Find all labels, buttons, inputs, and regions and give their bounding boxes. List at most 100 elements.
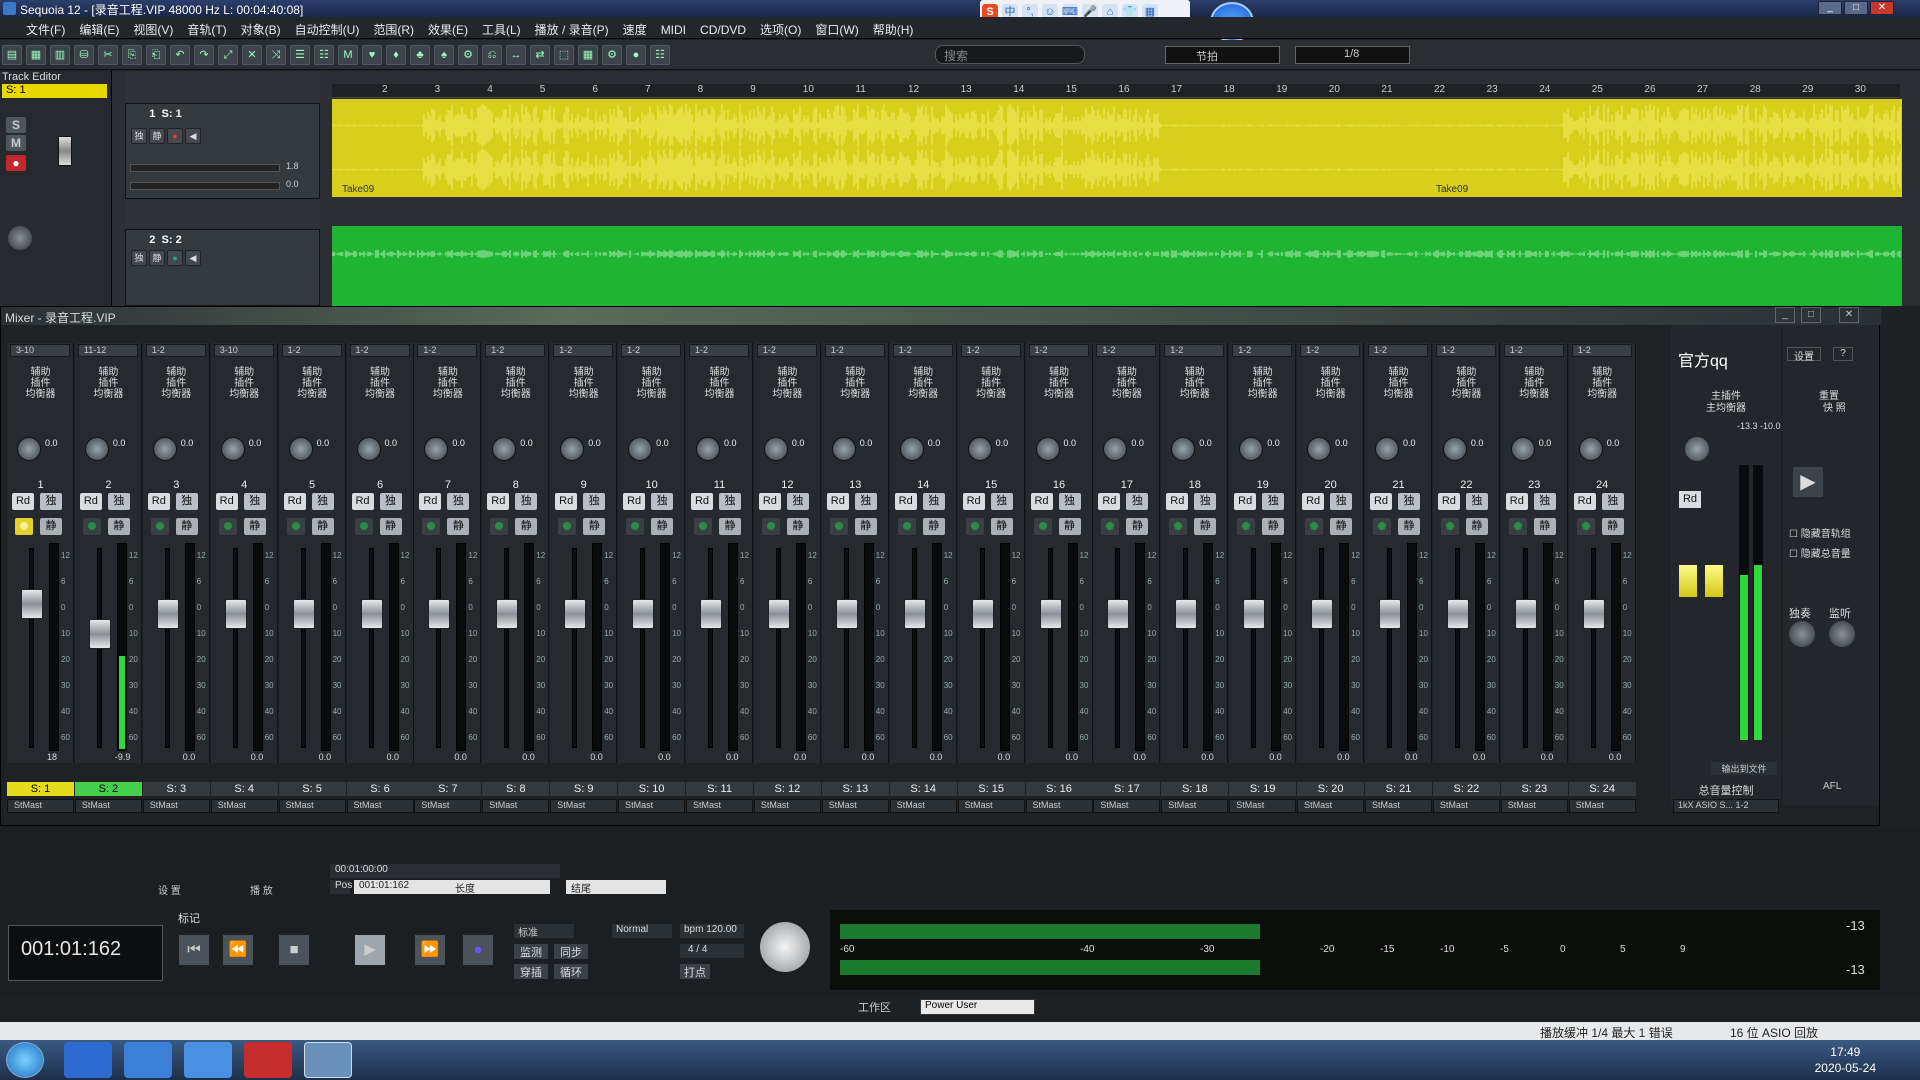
menu-item[interactable]: 编辑(E) bbox=[72, 17, 126, 42]
record-arm-button[interactable] bbox=[354, 518, 373, 535]
solo-button[interactable]: 独 bbox=[786, 493, 809, 510]
rd-button[interactable]: Rd bbox=[487, 493, 510, 510]
input-select[interactable]: 1-2 bbox=[960, 344, 1021, 357]
mute-button[interactable]: 静 bbox=[583, 518, 606, 535]
record-transport-button[interactable]: ● bbox=[462, 934, 494, 966]
pan-knob[interactable] bbox=[1375, 437, 1399, 461]
mute-button[interactable]: 静 bbox=[922, 518, 945, 535]
fx-label[interactable]: 均衡器 bbox=[279, 385, 346, 400]
fx-label[interactable]: 均衡器 bbox=[1026, 385, 1093, 400]
output-select[interactable]: StMast bbox=[686, 799, 753, 813]
input-select[interactable]: 1-2 bbox=[1435, 344, 1496, 357]
pan-knob[interactable] bbox=[492, 437, 517, 461]
pan-knob[interactable] bbox=[967, 437, 992, 461]
master-fader-left[interactable] bbox=[1679, 565, 1697, 597]
rd-button[interactable]: Rd bbox=[555, 493, 578, 510]
volume-fader[interactable] bbox=[1582, 599, 1605, 629]
mute-button[interactable]: 静 bbox=[447, 518, 470, 535]
ie-icon[interactable] bbox=[124, 1042, 172, 1078]
mute-button[interactable]: 静 bbox=[990, 518, 1013, 535]
time-signature-field[interactable]: 4 / 4 bbox=[680, 944, 744, 958]
snap-select[interactable]: 节拍 bbox=[1165, 46, 1280, 64]
mute-button[interactable]: 静 bbox=[651, 518, 674, 535]
mute-icon[interactable]: 静 bbox=[149, 250, 165, 266]
channel-name[interactable]: S: 3 bbox=[142, 782, 210, 796]
mute-button[interactable]: 静 bbox=[1330, 518, 1353, 535]
mute-button[interactable]: 静 bbox=[1533, 518, 1556, 535]
record-arm-button[interactable] bbox=[761, 518, 780, 535]
channel-name[interactable]: S: 11 bbox=[686, 782, 753, 796]
solo-button[interactable]: 独 bbox=[1465, 493, 1488, 510]
solo-button[interactable]: S bbox=[6, 117, 26, 133]
output-select[interactable]: StMast bbox=[1229, 799, 1297, 813]
record-arm-button[interactable] bbox=[965, 518, 984, 535]
toolbar-icon[interactable]: ✂ bbox=[98, 45, 118, 65]
toolbar-icon[interactable]: ⤨ bbox=[266, 45, 286, 65]
record-arm-button[interactable] bbox=[1305, 518, 1324, 535]
output-select[interactable]: StMast bbox=[550, 799, 618, 813]
toolbar-icon[interactable]: ↔ bbox=[506, 45, 526, 65]
pan-knob[interactable] bbox=[17, 437, 41, 461]
input-select[interactable]: 1-2 bbox=[1164, 344, 1225, 357]
track-header-1[interactable]: 1 S: 1 独静 ● ◀ 1.8 0.0 bbox=[125, 103, 320, 199]
sync-button[interactable]: 同步 bbox=[554, 944, 588, 959]
zoom-select[interactable]: 1/8 bbox=[1295, 46, 1410, 64]
settings-button[interactable]: 设置 bbox=[1787, 347, 1821, 363]
click-button[interactable]: 打点 bbox=[680, 964, 710, 979]
channel-name[interactable]: S: 1 bbox=[7, 782, 74, 796]
input-select[interactable]: 1-2 bbox=[1571, 344, 1632, 357]
mode-select[interactable]: Normal bbox=[612, 924, 672, 938]
solo-button[interactable]: 独 bbox=[1330, 493, 1353, 510]
master-rd-button[interactable]: Rd bbox=[1679, 491, 1701, 508]
menu-item[interactable]: 窗口(W) bbox=[808, 17, 865, 42]
input-select[interactable]: 1-2 bbox=[1503, 344, 1564, 357]
time-field[interactable]: 00:01:00:00 bbox=[330, 864, 560, 878]
input-select[interactable]: 1-2 bbox=[824, 344, 885, 357]
toolbar-icon[interactable]: ↷ bbox=[194, 45, 214, 65]
pan-knob[interactable] bbox=[1442, 437, 1467, 461]
volume-fader[interactable] bbox=[971, 599, 994, 629]
output-select[interactable]: StMast bbox=[414, 799, 482, 813]
fx-label[interactable]: 均衡器 bbox=[550, 385, 617, 400]
toolbar-icon[interactable]: ● bbox=[626, 45, 646, 65]
menu-item[interactable]: 选项(O) bbox=[753, 17, 808, 42]
toolbar-icon[interactable]: ♥ bbox=[362, 45, 382, 65]
fx-label[interactable]: 均衡器 bbox=[1161, 385, 1228, 400]
pan-knob[interactable] bbox=[763, 437, 788, 461]
output-select[interactable]: StMast bbox=[1161, 799, 1229, 813]
mute-button[interactable]: 静 bbox=[1194, 518, 1217, 535]
menu-item[interactable]: 播放 / 录音(P) bbox=[528, 17, 616, 42]
output-select[interactable]: StMast bbox=[74, 799, 142, 813]
pan-knob[interactable] bbox=[560, 437, 585, 461]
solo-knob[interactable] bbox=[1789, 621, 1815, 647]
toolbar-icon[interactable]: ☷ bbox=[314, 45, 334, 65]
toolbar-icon[interactable]: ♠ bbox=[434, 45, 454, 65]
output-select[interactable]: StMast bbox=[1297, 799, 1365, 813]
solo-button[interactable]: 独 bbox=[1058, 493, 1081, 510]
menu-item[interactable]: 文件(F) bbox=[0, 17, 72, 42]
record-arm-button[interactable] bbox=[1033, 518, 1052, 535]
channel-name[interactable]: S: 10 bbox=[618, 782, 686, 796]
channel-name[interactable]: S: 18 bbox=[1161, 782, 1229, 796]
pan-knob[interactable] bbox=[628, 437, 653, 461]
workspace-select[interactable]: Power User bbox=[920, 999, 1035, 1015]
track-header-2[interactable]: 2 S: 2 独静 ● ◀ bbox=[125, 229, 320, 306]
volume-fader[interactable] bbox=[1446, 599, 1469, 629]
input-select[interactable]: 1-2 bbox=[1096, 344, 1157, 357]
channel-name[interactable]: S: 9 bbox=[550, 782, 618, 796]
toolbar-icon[interactable]: ☷ bbox=[650, 45, 670, 65]
toolbar-icon[interactable]: ▦ bbox=[578, 45, 598, 65]
mute-button[interactable]: 静 bbox=[854, 518, 877, 535]
menu-item[interactable]: MIDI bbox=[654, 19, 693, 41]
channel-name[interactable]: S: 8 bbox=[482, 782, 550, 796]
input-select[interactable]: 3-10 bbox=[10, 344, 70, 357]
help-button[interactable]: ? bbox=[1833, 347, 1853, 361]
solo-button[interactable]: 独 bbox=[311, 493, 334, 510]
channel-name[interactable]: S: 6 bbox=[346, 782, 414, 796]
pan-knob[interactable] bbox=[84, 437, 109, 461]
rd-button[interactable]: Rd bbox=[623, 493, 646, 510]
jog-wheel[interactable] bbox=[760, 922, 810, 972]
menu-item[interactable]: CD/DVD bbox=[693, 19, 753, 41]
toolbar-icon[interactable]: ⎌ bbox=[482, 45, 502, 65]
rd-button[interactable]: Rd bbox=[691, 493, 713, 510]
